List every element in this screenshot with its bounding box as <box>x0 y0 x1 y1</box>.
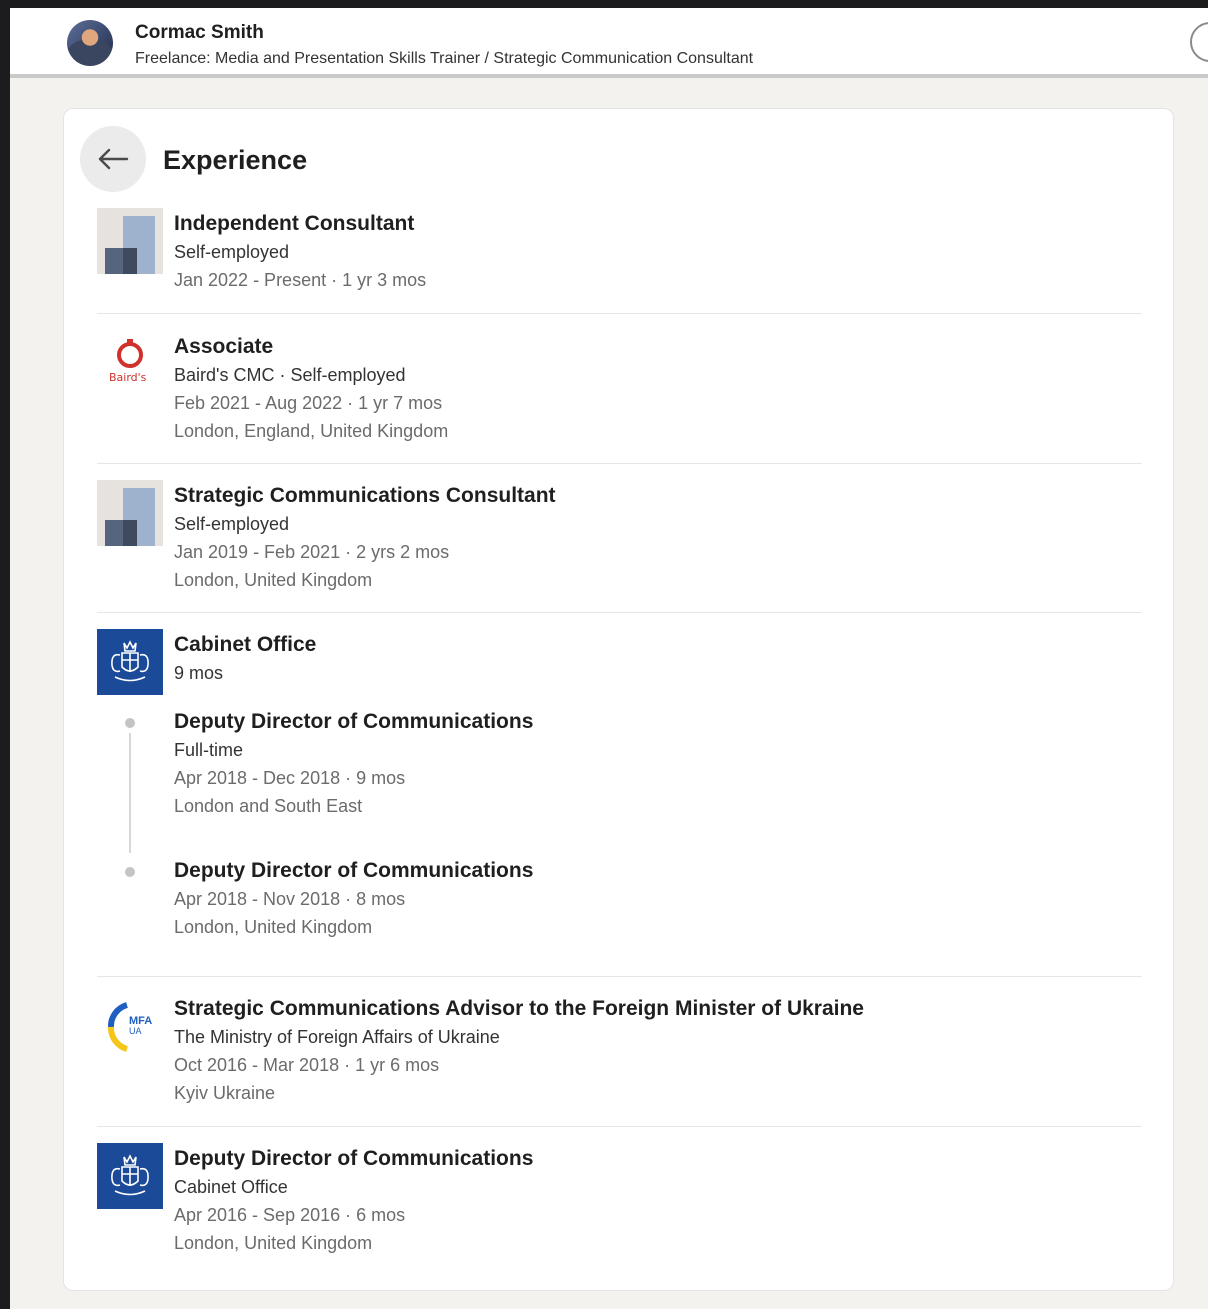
experience-card: Experience Independent Consultant Self-e… <box>63 108 1174 1291</box>
company-name: Self-employed <box>174 514 290 534</box>
job-location: Kyiv Ukraine <box>174 1083 276 1103</box>
header-action-button[interactable] <box>1190 22 1208 62</box>
job-dates: Apr 2018 - Nov 2018 · 8 mos <box>174 889 406 909</box>
profile-headline: Freelance: Media and Presentation Skills… <box>135 50 754 67</box>
job-dates: Jan 2022 - Present · 1 yr 3 mos <box>174 270 427 290</box>
sub-role: Deputy Director of Communications Full-t… <box>174 708 533 820</box>
arrow-left-icon <box>98 148 129 170</box>
timeline-dot <box>125 867 135 877</box>
job-title: Associate <box>174 335 274 358</box>
experience-group-cabinet-office: Cabinet Office 9 mos Deputy Director of … <box>97 629 1142 977</box>
job-dates: Apr 2018 - Dec 2018 · 9 mos <box>174 768 406 788</box>
sub-role: Deputy Director of Communications Apr 20… <box>174 857 533 941</box>
job-location: London, United Kingdom <box>174 570 373 590</box>
job-title: Strategic Communications Advisor to the … <box>174 997 864 1020</box>
experience-item-associate: Baird's Associate Baird's CMC · Self-emp… <box>97 331 1142 464</box>
job-location: London and South East <box>174 796 363 816</box>
bairds-logo-text: Baird's <box>109 371 147 384</box>
job-title: Strategic Communications Consultant <box>174 484 556 507</box>
royal-crest-logo[interactable] <box>97 1143 163 1209</box>
job-location: London, England, United Kingdom <box>174 421 449 441</box>
job-dates: Jan 2019 - Feb 2021 · 2 yrs 2 mos <box>174 542 450 562</box>
job-dates: Feb 2021 - Aug 2022 · 1 yr 7 mos <box>174 393 443 413</box>
timeline-connector <box>129 733 131 853</box>
experience-item-deputy-director-2016: Deputy Director of Communications Cabine… <box>97 1143 1142 1273</box>
job-title: Deputy Director of Communications <box>174 859 534 882</box>
company-name[interactable]: Baird's CMC · Self-employed <box>174 361 448 389</box>
experience-item-mfa-ukraine: MFA UA Strategic Communications Advisor … <box>97 993 1142 1127</box>
job-title: Deputy Director of Communications <box>174 710 534 733</box>
job-location: London, United Kingdom <box>174 917 373 937</box>
experience-item-strategic-communications-consultant: Strategic Communications Consultant Self… <box>97 480 1142 613</box>
placeholder-company-logo[interactable] <box>97 480 163 546</box>
placeholder-company-logo[interactable] <box>97 208 163 274</box>
company-name: Self-employed <box>174 242 290 262</box>
bairds-logo[interactable]: Baird's <box>97 331 163 397</box>
section-title: Experience <box>163 145 308 175</box>
employment-type: Full-time <box>174 740 244 760</box>
app-window: Cormac Smith Freelance: Media and Presen… <box>10 8 1208 1309</box>
job-location: London, United Kingdom <box>174 1233 373 1253</box>
profile-name[interactable]: Cormac Smith <box>135 22 264 44</box>
back-button[interactable] <box>80 126 146 192</box>
royal-crest-logo[interactable] <box>97 629 163 695</box>
mfa-logo-subtext: UA <box>129 1026 142 1036</box>
mfa-ukraine-logo[interactable]: MFA UA <box>97 993 163 1059</box>
job-title: Independent Consultant <box>174 212 415 235</box>
job-dates: Apr 2016 - Sep 2016 · 6 mos <box>174 1205 406 1225</box>
company-tenure: 9 mos <box>174 663 224 683</box>
company-name[interactable]: Cabinet Office <box>174 1173 533 1201</box>
profile-avatar[interactable] <box>67 20 113 66</box>
job-dates: Oct 2016 - Mar 2018 · 1 yr 6 mos <box>174 1055 440 1075</box>
timeline-dot <box>125 718 135 728</box>
job-title: Deputy Director of Communications <box>174 1147 534 1170</box>
company-name[interactable]: Cabinet Office <box>174 631 316 659</box>
royal-crest-icon <box>111 1154 149 1196</box>
royal-crest-icon <box>111 640 149 682</box>
company-name[interactable]: The Ministry of Foreign Affairs of Ukrai… <box>174 1023 864 1051</box>
experience-item-independent-consultant: Independent Consultant Self-employed Jan… <box>97 208 1142 314</box>
profile-header-bar: Cormac Smith Freelance: Media and Presen… <box>10 8 1208 78</box>
